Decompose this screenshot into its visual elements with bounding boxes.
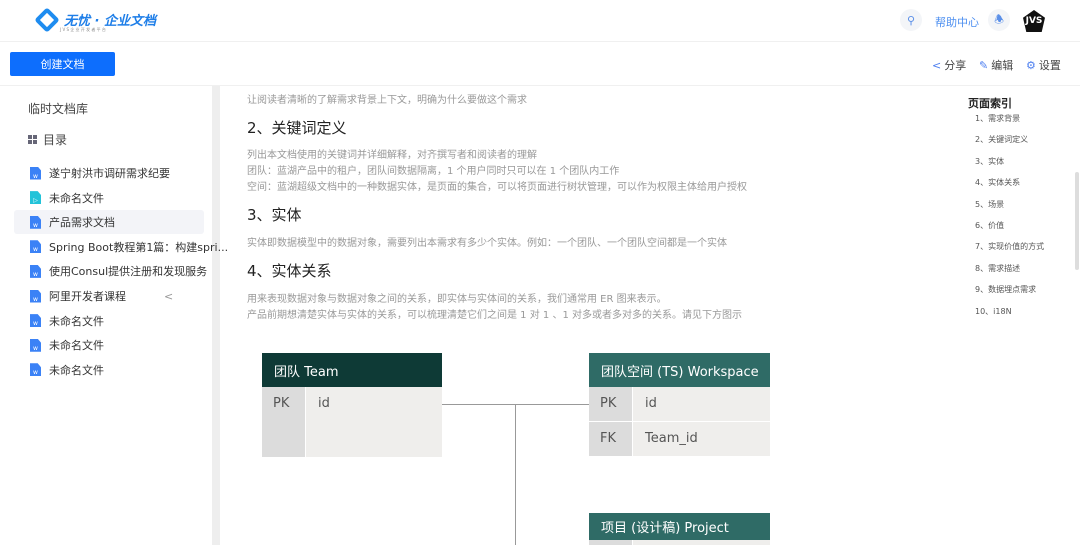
word-doc-icon: w <box>30 363 41 377</box>
sidebar-doc-item[interactable]: w Spring Boot教程第1篇：构建spri... <box>14 235 228 259</box>
toc-label: 目录 <box>43 133 68 147</box>
logo-mark-icon <box>34 6 60 33</box>
bell-icon[interactable]: 🕭 <box>988 9 1010 31</box>
workspace-field: Team_id <box>633 422 770 456</box>
doc-title: Spring Boot教程第1篇：构建spri... <box>49 240 229 254</box>
sidebar-doc-item[interactable]: w 未命名文件 <box>14 358 204 382</box>
toc-heading[interactable]: 目录 <box>28 131 67 148</box>
heading-entity: 3、实体 <box>247 206 302 224</box>
project-key-cell <box>589 540 632 545</box>
team-key: PK <box>262 387 305 457</box>
workspace-field: id <box>633 387 770 421</box>
word-doc-icon: w <box>30 166 41 180</box>
word-doc-icon: w <box>30 289 41 303</box>
team-field: id <box>306 387 442 457</box>
heading-keywords: 2、关键词定义 <box>247 119 347 137</box>
page-index-item[interactable]: 7、实现价值的方式 <box>975 241 1044 252</box>
page-index-item[interactable]: 9、数据埋点需求 <box>975 284 1036 295</box>
relation-line <box>515 404 516 545</box>
paragraph: 列出本文档使用的关键词并详细解释，对齐撰写者和阅读者的理解 <box>247 150 537 161</box>
team-entity-header: 团队 Team <box>262 353 442 387</box>
doc-title: 使用Consul提供注册和发现服务 <box>49 265 208 279</box>
doc-title: 未命名文件 <box>49 339 104 353</box>
create-document-button[interactable]: 创建文档 <box>10 52 115 76</box>
page-index-item[interactable]: 5、场景 <box>975 199 1004 210</box>
word-doc-icon: w <box>30 215 41 229</box>
sidebar-doc-item[interactable]: w 未命名文件 <box>14 309 204 333</box>
share-button[interactable]: < 分享 <box>932 57 966 73</box>
settings-label: 设置 <box>1038 59 1061 72</box>
intro-text: 让阅读者清晰的了解需求背景上下文，明确为什么要做这个需求 <box>247 95 527 106</box>
logo[interactable]: 无忧 · 企业文档 J V S 企 业 开 发 者 平 台 <box>34 6 156 33</box>
share-icon: < <box>932 58 942 72</box>
paragraph: 用来表现数据对象与数据对象之间的关系，即实体与实体间的关系，我们通常用 ER 图… <box>247 294 667 305</box>
word-doc-icon: w <box>30 240 41 254</box>
doc-title: 未命名文件 <box>49 363 104 377</box>
settings-button[interactable]: ⚙ 设置 <box>1026 57 1061 73</box>
gear-icon: ⚙ <box>1026 58 1036 72</box>
doc-title: 未命名文件 <box>49 191 104 205</box>
pencil-icon: ✎ <box>979 58 989 72</box>
sidebar-doc-item[interactable]: w 产品需求文档 <box>14 210 204 235</box>
word-doc-icon: w <box>30 338 41 352</box>
heading-entity-relation: 4、实体关系 <box>247 262 332 280</box>
sidebar-doc-item[interactable]: w 遂宁射洪市调研需求纪要 <box>14 161 204 185</box>
word-doc-icon: w <box>30 264 41 278</box>
sidebar-scrollbar[interactable] <box>212 86 220 545</box>
grid-icon <box>28 135 37 144</box>
edit-label: 编辑 <box>991 59 1014 72</box>
page-index-item[interactable]: 1、需求背景 <box>975 113 1020 124</box>
doc-title: 未命名文件 <box>49 314 104 328</box>
paragraph: 实体即数据模型中的数据对象，需要列出本需求有多少个实体。例如：一个团队、一个团队… <box>247 238 727 249</box>
page-index-item[interactable]: 10、i18N <box>975 306 1012 317</box>
page-index-item[interactable]: 8、需求描述 <box>975 263 1020 274</box>
doc-title: 产品需求文档 <box>49 216 115 230</box>
help-center-link[interactable]: 帮助中心 <box>935 14 979 30</box>
toolbar <box>0 43 1080 86</box>
page-index-title: 页面索引 <box>968 97 1012 110</box>
slides-doc-icon: ▷ <box>30 191 41 205</box>
page-index-item[interactable]: 6、价值 <box>975 220 1004 231</box>
page-index-item[interactable]: 2、关键词定义 <box>975 134 1028 145</box>
project-field-cell <box>633 540 770 545</box>
search-icon[interactable]: ⚲ <box>900 9 922 31</box>
page-index-item[interactable]: 4、实体关系 <box>975 177 1020 188</box>
page-index-item[interactable]: 3、实体 <box>975 156 1004 167</box>
sidebar-doc-item[interactable]: ▷ 未命名文件 <box>14 186 204 210</box>
workspace-entity-header: 团队空间 (TS) Workspace <box>589 353 770 387</box>
logo-subtitle: J V S 企 业 开 发 者 平 台 <box>60 27 106 32</box>
paragraph: 团队：蓝湖产品中的租户，团队间数据隔离，1 个用户同时只可以在 1 个团队内工作 <box>247 166 620 177</box>
doc-title: 遂宁射洪市调研需求纪要 <box>49 167 170 180</box>
project-entity-header: 项目 (设计稿) Project <box>589 513 770 540</box>
sidebar-doc-item[interactable]: w 阿里开发者课程 < <box>14 284 204 308</box>
sidebar-doc-item[interactable]: w 未命名文件 <box>14 333 204 357</box>
doc-title: 阿里开发者课程 <box>49 290 126 303</box>
share-label: 分享 <box>944 59 967 72</box>
workspace-key: PK <box>589 387 632 421</box>
share-icon[interactable]: < <box>164 290 173 303</box>
sidebar-doc-item[interactable]: w 使用Consul提供注册和发现服务 <box>14 259 208 283</box>
word-doc-icon: w <box>30 314 41 328</box>
paragraph: 空间：蓝湖超级文档中的一种数据实体，是页面的集合，可以将页面进行树状管理，可以作… <box>247 182 747 193</box>
edit-button[interactable]: ✎ 编辑 <box>979 57 1013 73</box>
workspace-key: FK <box>589 422 632 456</box>
page-scrollbar[interactable] <box>1075 172 1079 270</box>
library-title: 临时文档库 <box>28 102 89 116</box>
paragraph: 产品前期想清楚实体与实体的关系，可以梳理清楚它们之间是 1 对 1 、1 对多或… <box>247 310 742 321</box>
